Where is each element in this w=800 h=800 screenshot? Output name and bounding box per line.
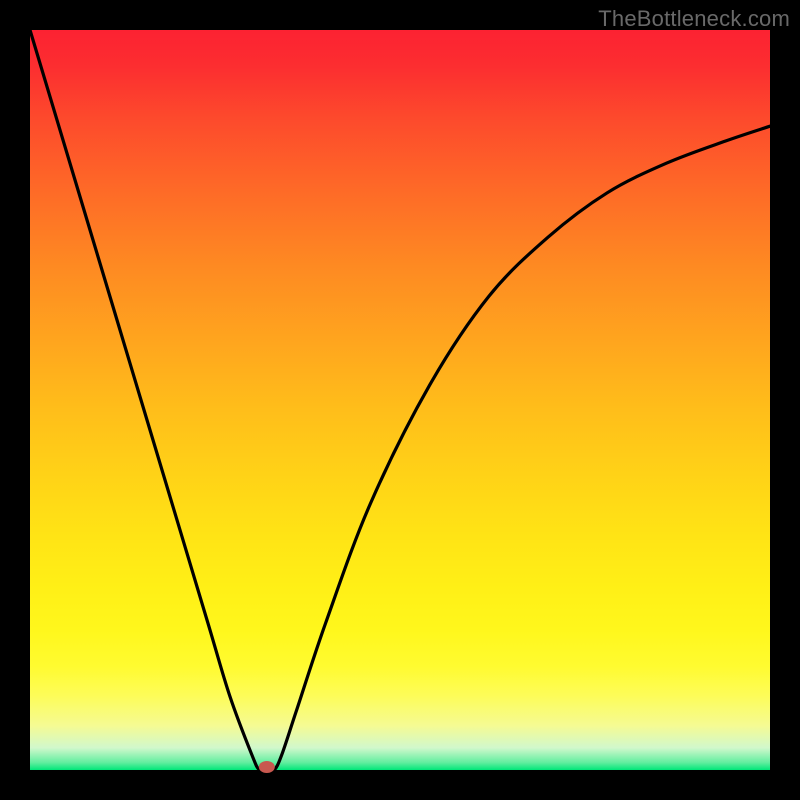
bottleneck-curve: [30, 30, 770, 771]
chart-frame: TheBottleneck.com: [0, 0, 800, 800]
minimum-marker: [259, 761, 275, 773]
plot-area: [30, 30, 770, 770]
curve-svg: [30, 30, 770, 770]
watermark-text: TheBottleneck.com: [598, 6, 790, 32]
